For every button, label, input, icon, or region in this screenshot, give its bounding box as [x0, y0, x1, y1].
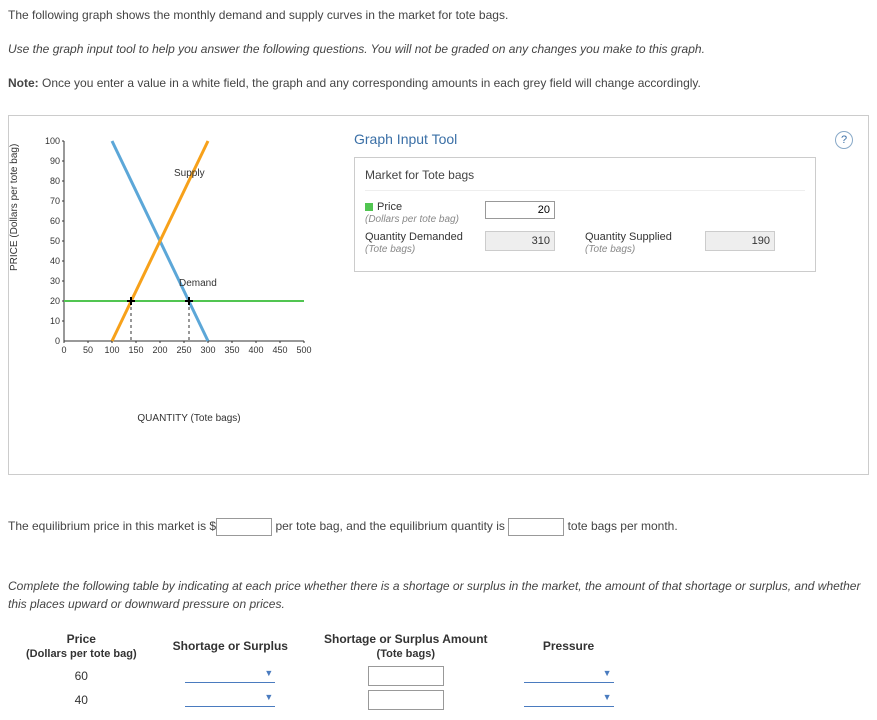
th-amount: Shortage or Surplus Amount(Tote bags) — [306, 628, 506, 664]
qd-label: Quantity Demanded — [365, 231, 463, 243]
ss-dropdown[interactable] — [185, 666, 275, 683]
svg-text:0: 0 — [55, 336, 60, 346]
svg-text:70: 70 — [50, 196, 60, 206]
svg-text:250: 250 — [176, 345, 191, 355]
supply-label: Supply — [174, 168, 205, 179]
tool-title: Graph Input Tool — [354, 131, 853, 147]
svg-text:400: 400 — [248, 345, 263, 355]
qs-sub: (Tote bags) — [585, 244, 635, 255]
qs-value: 190 — [705, 231, 775, 251]
table-question: Complete the following table by indicati… — [8, 577, 869, 613]
pressure-dropdown[interactable] — [524, 666, 614, 683]
chart-svg[interactable]: 100 90 80 70 60 50 40 30 20 10 0 0 50 10… — [24, 131, 324, 381]
intro-note: Note: Once you enter a value in a white … — [8, 76, 869, 90]
svg-text:500: 500 — [296, 345, 311, 355]
svg-text:50: 50 — [83, 345, 93, 355]
svg-text:90: 90 — [50, 156, 60, 166]
ss-dropdown[interactable] — [185, 690, 275, 707]
table-row: 60 — [8, 664, 632, 688]
svg-text:50: 50 — [50, 236, 60, 246]
x-axis-label: QUANTITY (Tote bags) — [54, 413, 324, 424]
price-color-icon — [365, 203, 373, 211]
svg-text:30: 30 — [50, 276, 60, 286]
qs-label: Quantity Supplied — [585, 231, 672, 243]
svg-text:150: 150 — [128, 345, 143, 355]
intro-line-2: Use the graph input tool to help you ans… — [8, 42, 705, 56]
svg-text:10: 10 — [50, 316, 60, 326]
th-ss: Shortage or Surplus — [155, 628, 306, 664]
answer-table: Price(Dollars per tote bag) Shortage or … — [8, 628, 632, 712]
svg-text:40: 40 — [50, 256, 60, 266]
svg-text:60: 60 — [50, 216, 60, 226]
chart-container: PRICE (Dollars per tote bag) 100 90 80 7… — [24, 131, 324, 424]
intro-line-1: The following graph shows the monthly de… — [8, 8, 869, 22]
svg-text:100: 100 — [104, 345, 119, 355]
tool-subtitle: Market for Tote bags — [365, 168, 805, 191]
th-pressure: Pressure — [506, 628, 632, 664]
eq-qty-input[interactable] — [508, 518, 564, 536]
equilibrium-sentence: The equilibrium price in this market is … — [8, 515, 869, 537]
table-row: 40 — [8, 688, 632, 712]
eq-price-input[interactable] — [216, 518, 272, 536]
th-price: Price(Dollars per tote bag) — [8, 628, 155, 664]
main-panel: PRICE (Dollars per tote bag) 100 90 80 7… — [8, 115, 869, 475]
amount-input[interactable] — [368, 666, 444, 686]
svg-text:20: 20 — [50, 296, 60, 306]
svg-text:200: 200 — [152, 345, 167, 355]
svg-text:0: 0 — [61, 345, 66, 355]
row-price: 40 — [8, 688, 155, 712]
row-price: 60 — [8, 664, 155, 688]
svg-text:350: 350 — [224, 345, 239, 355]
demand-label: Demand — [179, 278, 217, 289]
qd-value: 310 — [485, 231, 555, 251]
svg-text:80: 80 — [50, 176, 60, 186]
amount-input[interactable] — [368, 690, 444, 710]
svg-text:450: 450 — [272, 345, 287, 355]
price-label: Price — [377, 201, 402, 213]
price-input[interactable] — [485, 201, 555, 219]
pressure-dropdown[interactable] — [524, 690, 614, 707]
y-axis-label: PRICE (Dollars per tote bag) — [9, 144, 20, 271]
price-sub: (Dollars per tote bag) — [365, 214, 459, 225]
qd-sub: (Tote bags) — [365, 244, 415, 255]
help-icon[interactable]: ? — [835, 131, 853, 149]
svg-text:300: 300 — [200, 345, 215, 355]
tool-box: Market for Tote bags Price (Dollars per … — [354, 157, 816, 272]
svg-text:100: 100 — [45, 136, 60, 146]
